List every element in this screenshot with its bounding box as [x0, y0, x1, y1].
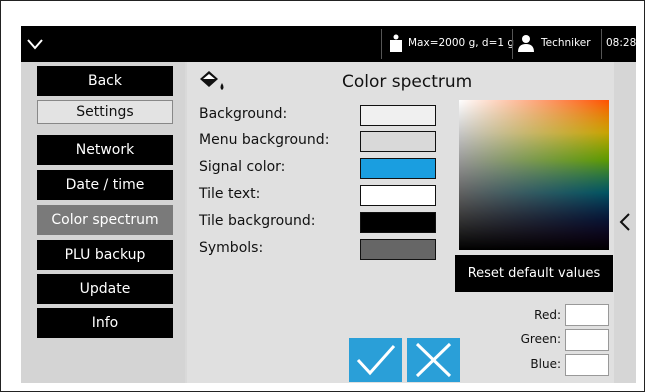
- swatch-menu-background[interactable]: [360, 131, 436, 152]
- close-icon: [415, 342, 452, 378]
- swatch-symbols[interactable]: [360, 239, 436, 260]
- menu-item-info[interactable]: Info: [37, 308, 173, 338]
- device-frame: Max=2000 g, d=1 g Techniker 08:28 Back S…: [0, 0, 645, 392]
- label-blue: Blue:: [530, 357, 561, 371]
- chevron-left-icon: [619, 213, 630, 231]
- chevron-down-icon[interactable]: [27, 36, 43, 52]
- user-icon: [518, 35, 534, 52]
- weight-icon: [390, 34, 402, 52]
- page-title: Color spectrum: [342, 72, 473, 92]
- side-menu: Back Settings Network Date / time Color …: [21, 62, 185, 383]
- clock: 08:28: [606, 37, 636, 49]
- status-separator: [512, 29, 513, 59]
- side-panel-toggle[interactable]: [614, 62, 636, 383]
- swatch-tile-background[interactable]: [360, 212, 436, 233]
- status-separator: [601, 29, 602, 59]
- label-tile-text: Tile text:: [199, 186, 261, 202]
- label-red: Red:: [534, 308, 561, 322]
- back-button[interactable]: Back: [37, 66, 173, 96]
- label-symbols: Symbols:: [199, 240, 264, 256]
- check-icon: [356, 345, 396, 376]
- status-separator: [381, 29, 382, 59]
- label-tile-background: Tile background:: [199, 213, 316, 229]
- menu-item-update[interactable]: Update: [37, 274, 173, 304]
- screen: Max=2000 g, d=1 g Techniker 08:28 Back S…: [21, 26, 636, 383]
- user-name[interactable]: Techniker: [541, 37, 591, 49]
- swatch-background[interactable]: [360, 105, 436, 126]
- label-signal-color: Signal color:: [199, 159, 286, 175]
- menu-item-plu-backup[interactable]: PLU backup: [37, 240, 173, 270]
- cancel-button[interactable]: [407, 338, 460, 382]
- color-spectrum-panel: Color spectrum Background: Menu backgrou…: [187, 62, 614, 383]
- scale-info: Max=2000 g, d=1 g: [408, 37, 515, 49]
- menu-header-settings: Settings: [37, 100, 173, 124]
- menu-item-color-spectrum[interactable]: Color spectrum: [37, 205, 173, 235]
- label-green: Green:: [520, 332, 561, 346]
- color-picker-spectrum[interactable]: [459, 100, 609, 250]
- red-input[interactable]: [565, 304, 609, 326]
- status-bar: Max=2000 g, d=1 g Techniker 08:28: [21, 26, 636, 62]
- swatch-tile-text[interactable]: [360, 185, 436, 206]
- confirm-button[interactable]: [349, 338, 402, 382]
- blue-input[interactable]: [565, 354, 609, 376]
- reset-default-values-button[interactable]: Reset default values: [455, 255, 613, 292]
- label-background: Background:: [199, 106, 288, 122]
- menu-item-network[interactable]: Network: [37, 135, 173, 165]
- paint-bucket-icon: [200, 71, 224, 90]
- green-input[interactable]: [565, 329, 609, 351]
- label-menu-background: Menu background:: [199, 132, 330, 148]
- menu-item-date-time[interactable]: Date / time: [37, 170, 173, 200]
- swatch-signal-color[interactable]: [360, 158, 436, 179]
